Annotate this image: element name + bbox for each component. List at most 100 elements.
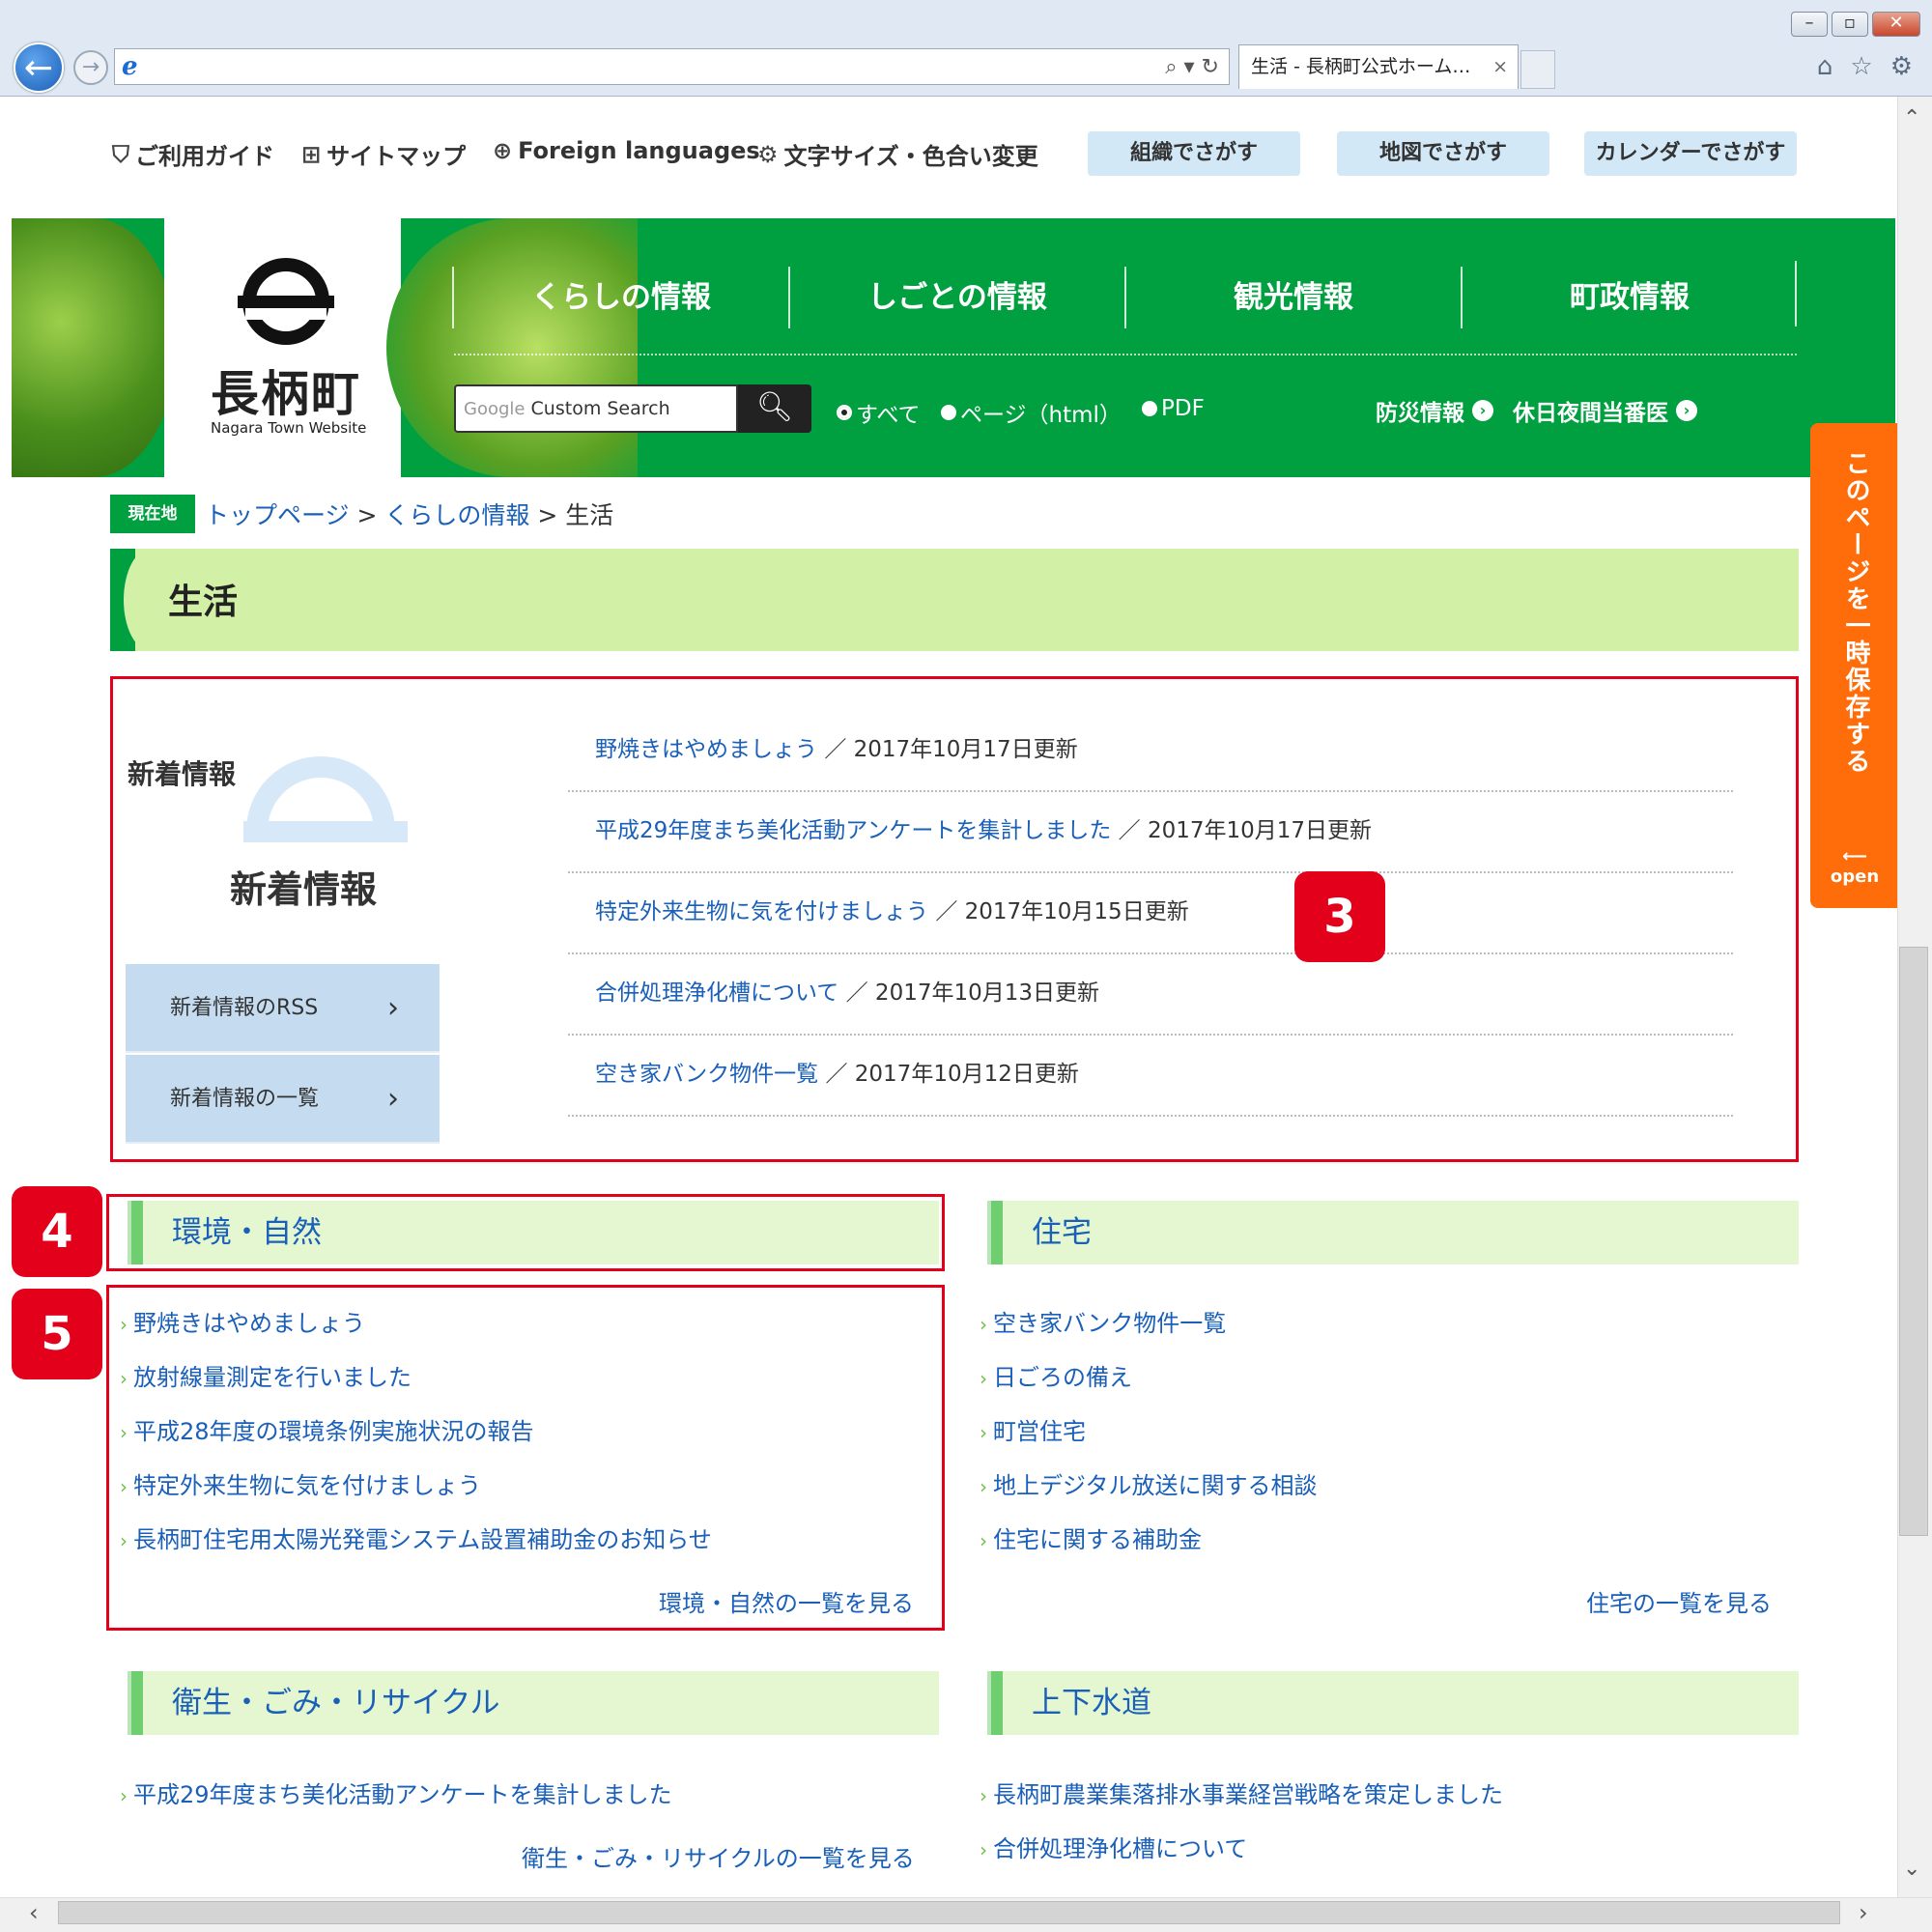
list-item[interactable]: › 特定外来生物に気を付けましょう	[120, 1466, 481, 1500]
close-window-button[interactable]: ✕	[1872, 12, 1920, 37]
list-item[interactable]: › 日ごろの備え	[980, 1358, 1132, 1392]
news-list-label: 新着情報の一覧	[170, 1087, 320, 1111]
forward-button[interactable]: →	[73, 50, 108, 85]
search-button[interactable]: 🔍︎	[738, 384, 811, 433]
news-item-date: ／ 2017年10月12日更新	[825, 1062, 1079, 1087]
list-item[interactable]: › 長柄町住宅用太陽光発電システム設置補助金のお知らせ	[120, 1520, 712, 1554]
gnav-divider	[1795, 261, 1797, 327]
chevron-right-icon: ›	[980, 1367, 987, 1390]
list-item[interactable]: › 空き家バンク物件一覧	[980, 1304, 1226, 1338]
google-label: Google	[464, 399, 526, 419]
chevron-right-icon: ›	[980, 1313, 987, 1336]
news-item: 平成29年度まち美化活動アンケートを集計しました ／ 2017年10月17日更新	[568, 792, 1733, 873]
gnav-kurashi[interactable]: くらしの情報	[452, 267, 788, 328]
scroll-up-icon[interactable]: ⌃	[1903, 106, 1920, 130]
breadcrumb-sep: >	[356, 501, 378, 529]
search-placeholder: Custom Search	[530, 398, 670, 419]
gnav-shigoto[interactable]: しごとの情報	[788, 267, 1124, 328]
category-heading-housing[interactable]: 住宅	[987, 1201, 1799, 1264]
chevron-right-icon: ›	[980, 1838, 987, 1861]
list-item[interactable]: › 野焼きはやめましょう	[120, 1304, 365, 1338]
radio-all[interactable]: すべて	[837, 396, 920, 429]
globe-icon: ⊕	[493, 137, 513, 164]
arrow-left-icon: ⟵	[1842, 846, 1867, 867]
news-item-link[interactable]: 空き家バンク物件一覧	[595, 1062, 818, 1087]
list-item[interactable]: › 住宅に関する補助金	[980, 1520, 1202, 1554]
list-item[interactable]: › 地上デジタル放送に関する相談	[980, 1466, 1318, 1500]
news-item-date: ／ 2017年10月15日更新	[935, 899, 1189, 924]
news-item-link[interactable]: 合併処理浄化槽について	[595, 980, 838, 1006]
chevron-right-icon: ›	[387, 1082, 399, 1116]
address-bar[interactable]: ⌕ ▾ ↻	[114, 48, 1230, 85]
tab-title: 生活 - 長柄町公式ホーム…	[1251, 56, 1471, 77]
site-search-input[interactable]: Google Custom Search	[454, 384, 738, 433]
sitemap-label: サイトマップ	[327, 143, 467, 170]
minimize-button[interactable]: –	[1791, 12, 1828, 37]
step-badge-3: 3	[1294, 871, 1385, 962]
font-color-link[interactable]: ⚙ 文字サイズ・色合い変更	[757, 137, 1038, 171]
radio-all-indicator	[837, 405, 852, 420]
browser-tab[interactable]: 生活 - 長柄町公式ホーム… ×	[1238, 44, 1519, 89]
category-heading-water[interactable]: 上下水道	[987, 1671, 1799, 1735]
list-item[interactable]: › 放射線量測定を行いました	[120, 1358, 412, 1392]
holiday-doctor-link[interactable]: 休日夜間当番医 ›	[1513, 394, 1697, 427]
list-item[interactable]: › 平成28年度の環境条例実施状況の報告	[120, 1412, 534, 1446]
news-list-button[interactable]: 新着情報の一覧 ›	[126, 1055, 440, 1144]
step-badge-4: 4	[12, 1186, 102, 1277]
address-controls[interactable]: ⌕ ▾ ↻	[1165, 55, 1219, 79]
side-tab-open[interactable]: ⟵ open	[1826, 846, 1884, 887]
favorites-star-icon[interactable]: ☆	[1850, 52, 1872, 81]
gnav-chosei[interactable]: 町政情報	[1461, 267, 1797, 328]
list-item-label: 野焼きはやめましょう	[133, 1310, 365, 1337]
breadcrumb-top[interactable]: トップページ	[205, 501, 350, 529]
new-tab-button[interactable]	[1520, 50, 1555, 89]
breadcrumb-kurashi[interactable]: くらしの情報	[384, 501, 529, 529]
leaf-decoration-left	[12, 218, 176, 477]
settings-gear-icon[interactable]: ⚙	[1890, 52, 1913, 81]
guide-link[interactable]: ⛉ ご利用ガイド	[112, 137, 274, 171]
radio-pdf[interactable]: PDF	[1142, 396, 1205, 421]
header-dotted-divider	[454, 354, 1797, 355]
hygiene-more-link[interactable]: 衛生・ごみ・リサイクルの一覧を見る	[522, 1839, 915, 1873]
horizontal-scroll-thumb[interactable]	[58, 1901, 1840, 1924]
news-item-link[interactable]: 特定外来生物に気を付けましょう	[595, 899, 928, 924]
disaster-info-link[interactable]: 防災情報 ›	[1376, 394, 1493, 427]
news-rss-button[interactable]: 新着情報のRSS ›	[126, 964, 440, 1053]
foreign-languages-link[interactable]: ⊕ Foreign languages	[493, 137, 760, 164]
tab-close-icon[interactable]: ×	[1492, 45, 1508, 88]
search-by-map-button[interactable]: 地図でさがす	[1337, 131, 1549, 176]
guide-label: ご利用ガイド	[135, 143, 274, 170]
scroll-down-icon[interactable]: ⌄	[1903, 1857, 1920, 1881]
sitemap-link[interactable]: ⊞ サイトマップ	[301, 137, 466, 171]
radio-page[interactable]: ページ（html）	[941, 396, 1122, 429]
scroll-left-icon[interactable]: ‹	[29, 1899, 39, 1926]
housing-more-link[interactable]: 住宅の一覧を見る	[1586, 1584, 1772, 1618]
list-item[interactable]: › 平成29年度まち美化活動アンケートを集計しました	[120, 1776, 672, 1809]
maximize-button[interactable]: ▫	[1832, 12, 1868, 37]
gnav-kanko[interactable]: 観光情報	[1124, 267, 1461, 328]
list-item-label: 放射線量測定を行いました	[133, 1364, 412, 1391]
news-item-date: ／ 2017年10月17日更新	[1118, 818, 1373, 843]
list-item-label: 合併処理浄化槽について	[993, 1835, 1248, 1862]
search-by-org-button[interactable]: 組織でさがす	[1088, 131, 1300, 176]
ie-icon: e	[122, 52, 138, 81]
list-item-label: 空き家バンク物件一覧	[993, 1310, 1227, 1337]
search-by-calendar-button[interactable]: カレンダーでさがす	[1584, 131, 1797, 176]
foreign-label: Foreign languages	[518, 137, 760, 164]
back-button[interactable]: ←	[14, 43, 64, 93]
window-controls: – ▫ ✕	[1791, 12, 1920, 37]
news-item-link[interactable]: 野焼きはやめましょう	[595, 737, 817, 762]
env-more-link[interactable]: 環境・自然の一覧を見る	[659, 1584, 914, 1618]
list-item-label: 住宅に関する補助金	[993, 1526, 1202, 1553]
list-item[interactable]: › 町営住宅	[980, 1412, 1086, 1446]
category-heading-hygiene[interactable]: 衛生・ごみ・リサイクル	[128, 1671, 939, 1735]
scroll-right-icon[interactable]: ›	[1859, 1899, 1868, 1926]
home-icon[interactable]: ⌂	[1817, 52, 1833, 81]
chevron-right-icon: ›	[120, 1313, 128, 1336]
chevron-right-icon: ›	[980, 1421, 987, 1444]
list-item[interactable]: › 合併処理浄化槽について	[980, 1830, 1247, 1863]
vertical-scroll-thumb[interactable]	[1899, 947, 1928, 1536]
list-item[interactable]: › 長柄町農業集落排水事業経営戦略を策定しました	[980, 1776, 1503, 1809]
logo-subtitle: Nagara Town Website	[211, 419, 367, 437]
news-item-link[interactable]: 平成29年度まち美化活動アンケートを集計しました	[595, 818, 1111, 843]
